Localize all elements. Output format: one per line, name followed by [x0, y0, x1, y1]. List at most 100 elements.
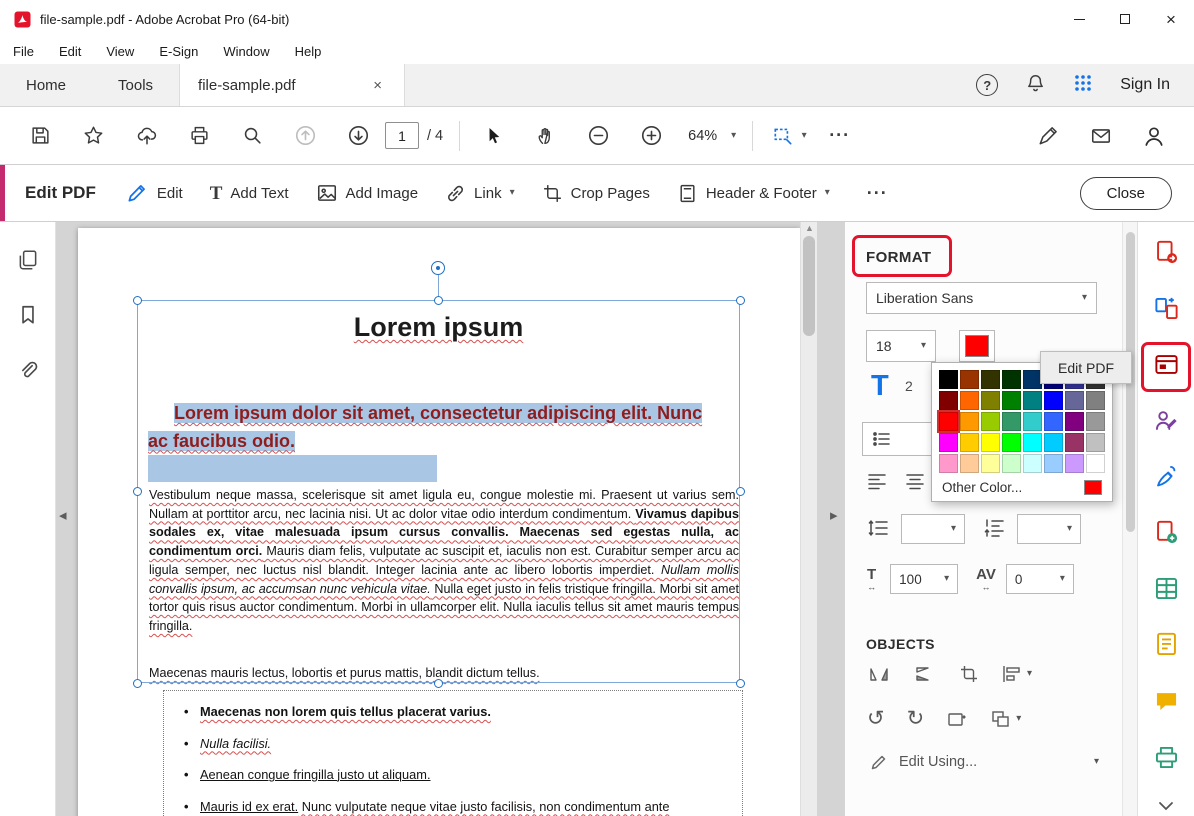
arrange-objects-button[interactable]: ▾: [990, 709, 1021, 729]
color-swatch[interactable]: [960, 391, 979, 410]
more-tools-button[interactable]: [1149, 797, 1183, 816]
notifications-bell-icon[interactable]: [1025, 73, 1046, 98]
text-style-icon[interactable]: T: [871, 372, 889, 401]
color-swatch[interactable]: [939, 433, 958, 452]
selected-paragraph[interactable]: Lorem ipsum dolor sit amet, consectetur …: [148, 400, 726, 455]
color-swatch[interactable]: [981, 433, 1000, 452]
panel-scrollbar[interactable]: [1122, 222, 1137, 816]
color-swatch[interactable]: [981, 412, 1000, 431]
replace-image-button[interactable]: [946, 709, 968, 729]
crop-object-button[interactable]: [959, 664, 979, 684]
other-color-row[interactable]: Other Color...: [939, 480, 1105, 495]
email-button[interactable]: [1074, 116, 1127, 156]
color-swatch[interactable]: [960, 454, 979, 473]
color-swatch[interactable]: [981, 391, 1000, 410]
list-item[interactable]: Aenean congue fringilla justo ut aliquam…: [178, 766, 732, 783]
attachments-button[interactable]: [15, 360, 41, 382]
color-swatch[interactable]: [1086, 454, 1105, 473]
color-swatch[interactable]: [1065, 454, 1084, 473]
scrollbar-up-arrow[interactable]: ▲: [805, 223, 814, 233]
comment-tool-button[interactable]: [1149, 685, 1183, 718]
user-avatar-button[interactable]: [1127, 116, 1180, 156]
font-family-dropdown[interactable]: Liberation Sans ▾: [866, 282, 1097, 314]
app-grid-icon[interactable]: [1073, 73, 1093, 97]
font-size-dropdown[interactable]: 18 ▾: [866, 330, 936, 362]
color-swatch[interactable]: [960, 433, 979, 452]
menu-file[interactable]: File: [13, 44, 34, 59]
document-scrollbar[interactable]: ▲: [800, 222, 817, 816]
color-swatch[interactable]: [1002, 391, 1021, 410]
share-cloud-button[interactable]: [120, 116, 173, 156]
color-swatch[interactable]: [1044, 454, 1063, 473]
zoom-level-dropdown[interactable]: 64% ▾: [678, 124, 746, 148]
color-swatch[interactable]: [981, 370, 1000, 389]
color-swatch[interactable]: [1023, 391, 1042, 410]
resize-handle-bottom-center[interactable]: [434, 679, 443, 688]
list-item[interactable]: Nulla facilisi.: [178, 735, 732, 752]
tab-home[interactable]: Home: [0, 64, 92, 106]
sign-in-button[interactable]: Sign In: [1120, 76, 1170, 94]
rotate-clockwise-button[interactable]: ↻: [907, 708, 925, 729]
menu-esign[interactable]: E-Sign: [159, 44, 198, 59]
pdf-page[interactable]: Lorem ipsum Lorem ipsum dolor sit amet, …: [78, 228, 800, 816]
select-tool-button[interactable]: [466, 116, 519, 156]
save-button[interactable]: [14, 116, 67, 156]
closing-line[interactable]: Maecenas mauris lectus, lobortis et puru…: [149, 666, 540, 680]
resize-handle-mid-left[interactable]: [133, 487, 142, 496]
color-swatch[interactable]: [1044, 433, 1063, 452]
color-swatch[interactable]: [939, 412, 958, 431]
flip-horizontal-button[interactable]: [867, 664, 891, 684]
color-swatch[interactable]: [1002, 433, 1021, 452]
resize-handle-bottom-right[interactable]: [736, 679, 745, 688]
color-swatch[interactable]: [981, 454, 1000, 473]
export-spreadsheet-tool-button[interactable]: [1149, 572, 1183, 605]
bullet-list-frame[interactable]: Maecenas non lorem quis tellus placerat …: [163, 690, 743, 816]
color-swatch[interactable]: [939, 391, 958, 410]
resize-handle-top-left[interactable]: [133, 296, 142, 305]
search-button[interactable]: [226, 116, 279, 156]
color-swatch[interactable]: [939, 370, 958, 389]
paragraph-spacing-dropdown[interactable]: ▾: [1017, 514, 1081, 544]
menu-view[interactable]: View: [106, 44, 134, 59]
page-thumbnails-button[interactable]: [15, 248, 41, 270]
resize-handle-top-right[interactable]: [736, 296, 745, 305]
document-canvas[interactable]: Lorem ipsum Lorem ipsum dolor sit amet, …: [56, 222, 845, 816]
close-window-button[interactable]: ×: [1148, 0, 1194, 38]
align-objects-button[interactable]: ▾: [1001, 664, 1032, 684]
edit-toolbar-more-button[interactable]: ···: [857, 183, 898, 204]
tab-document[interactable]: file-sample.pdf ×: [179, 64, 405, 106]
other-color-label[interactable]: Other Color...: [942, 480, 1022, 495]
line-spacing-dropdown[interactable]: ▾: [901, 514, 965, 544]
previous-page-button[interactable]: [279, 116, 332, 156]
create-pdf-tool-button[interactable]: [1149, 516, 1183, 549]
crop-pages-button[interactable]: Crop Pages: [542, 183, 650, 204]
color-swatch[interactable]: [1086, 412, 1105, 431]
fill-sign-tool-button[interactable]: [1149, 460, 1183, 493]
color-swatch[interactable]: [960, 412, 979, 431]
color-swatch[interactable]: [1002, 370, 1021, 389]
horizontal-scale-dropdown[interactable]: 100 ▾: [890, 564, 958, 594]
rotation-handle[interactable]: [431, 261, 445, 275]
menu-window[interactable]: Window: [223, 44, 269, 59]
color-swatch[interactable]: [1002, 412, 1021, 431]
edit-pdf-tool-button[interactable]: [1149, 348, 1183, 381]
resize-handle-mid-right[interactable]: [736, 487, 745, 496]
color-swatch[interactable]: [939, 454, 958, 473]
superscript-icon[interactable]: 2: [905, 378, 913, 394]
scrollbar-thumb[interactable]: [803, 236, 815, 336]
minimize-button[interactable]: [1056, 0, 1102, 38]
color-swatch[interactable]: [1023, 412, 1042, 431]
resize-handle-top-center[interactable]: [434, 296, 443, 305]
color-swatch[interactable]: [1044, 391, 1063, 410]
color-swatch[interactable]: [1065, 391, 1084, 410]
add-text-button[interactable]: T Add Text: [210, 184, 289, 203]
collapse-right-panel-button[interactable]: ▸: [830, 506, 838, 524]
close-tab-icon[interactable]: ×: [369, 75, 386, 96]
color-swatch[interactable]: [1023, 433, 1042, 452]
align-center-button[interactable]: [905, 472, 925, 490]
bookmarks-button[interactable]: [15, 304, 41, 326]
star-favorite-button[interactable]: [67, 116, 120, 156]
color-swatch[interactable]: [1002, 454, 1021, 473]
hand-pan-tool-button[interactable]: [519, 116, 572, 156]
sign-pen-button[interactable]: [1021, 116, 1074, 156]
